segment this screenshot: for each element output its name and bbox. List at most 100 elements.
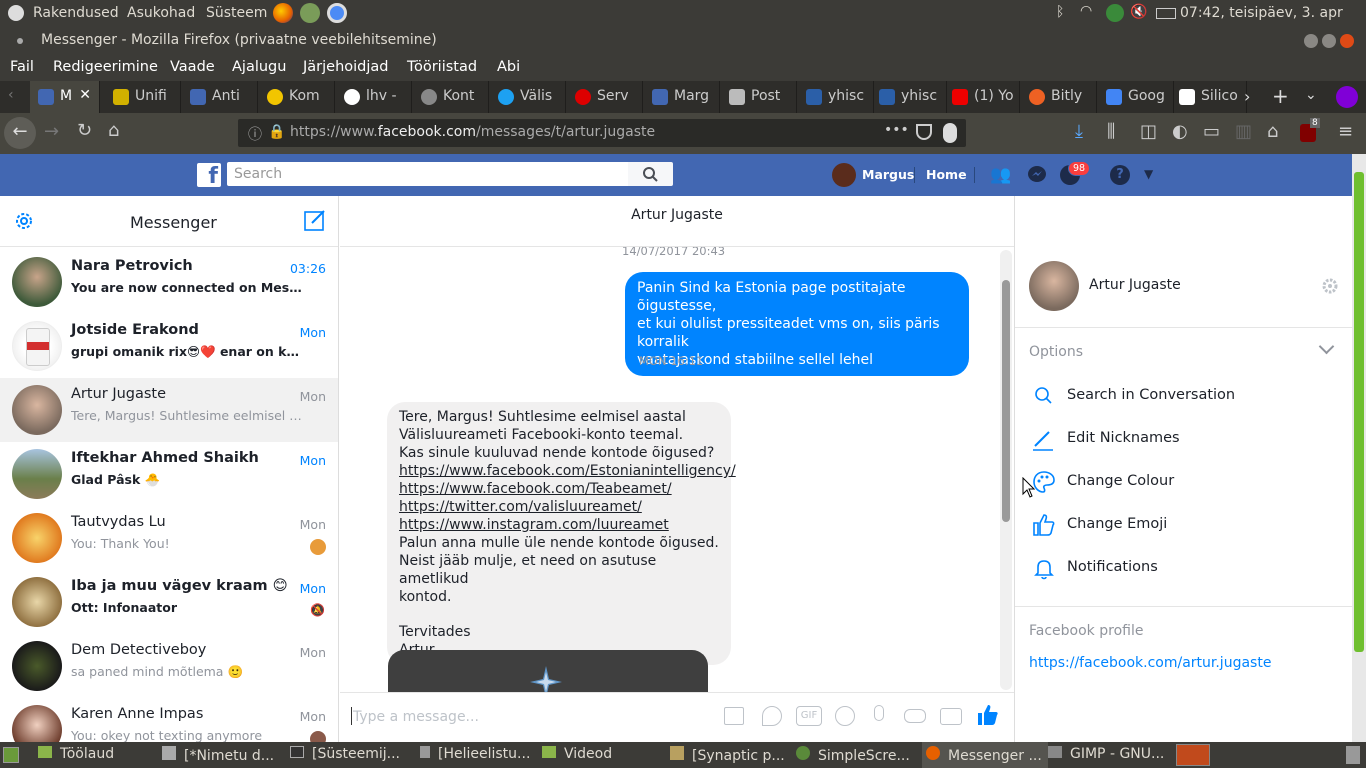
network-globe-icon[interactable]: [1106, 4, 1124, 22]
app-launcher-icon[interactable]: [300, 3, 320, 23]
taskbar-item-system-monitor[interactable]: [Süsteemij...: [290, 742, 400, 768]
message-scrollbar[interactable]: [1000, 250, 1012, 690]
tab-messenger[interactable]: M ✕: [30, 81, 100, 113]
settings-gear-icon[interactable]: [12, 209, 36, 233]
site-info-icon[interactable]: ⓘ: [248, 124, 262, 144]
conversation-item[interactable]: Dem Detectiveboy sa paned mind mõtlema 🙂…: [0, 634, 338, 698]
friend-requests-icon[interactable]: 👥: [990, 165, 1011, 185]
message-link[interactable]: https://www.instagram.com/luureamet: [399, 517, 669, 533]
reload-button[interactable]: ↻: [77, 120, 92, 141]
taskbar-item-simplescreenrecorder[interactable]: SimpleScre...: [796, 742, 910, 768]
chromium-launcher-icon[interactable]: [327, 3, 347, 23]
taskbar-item-text-editor[interactable]: [*Nimetu d...: [162, 742, 274, 768]
wifi-icon[interactable]: ◠: [1080, 3, 1092, 19]
tab-bitly[interactable]: Bitly: [1021, 81, 1097, 113]
extension-mouse-icon[interactable]: [943, 123, 957, 143]
ubuntu-logo-icon[interactable]: [8, 5, 24, 21]
emoji-icon[interactable]: [835, 706, 855, 726]
conversation-item[interactable]: Karen Anne Impas You: okey not texting a…: [0, 698, 338, 742]
menu-places[interactable]: Asukohad: [127, 5, 195, 21]
tab-kom[interactable]: Kom: [259, 81, 335, 113]
forward-button[interactable]: →: [44, 121, 59, 142]
maximize-button[interactable]: [1322, 34, 1336, 48]
tab-list-icon[interactable]: ⌄: [1305, 87, 1317, 103]
minimize-button[interactable]: [1304, 34, 1318, 48]
taskbar-item-firefox[interactable]: Messenger ...: [922, 742, 1048, 768]
menu-system[interactable]: Süsteem: [206, 5, 267, 21]
tab-marg[interactable]: Marg: [644, 81, 720, 113]
chat-contact-name[interactable]: Artur Jugaste: [340, 207, 1014, 223]
tab-yhisc-2[interactable]: yhisc: [871, 81, 947, 113]
image-icon[interactable]: [724, 707, 744, 725]
show-desktop-icon[interactable]: [3, 747, 19, 763]
taskbar-item-gimp[interactable]: GIMP - GNU...: [1048, 742, 1164, 768]
message-list[interactable]: 14/07/2017 20:43 Panin Sind ka Estonia p…: [340, 247, 1014, 692]
menu-view[interactable]: Vaade: [170, 59, 215, 75]
tab-valis[interactable]: Välis: [490, 81, 566, 113]
image-attachment[interactable]: [388, 650, 708, 692]
options-section-header[interactable]: Options: [1015, 336, 1353, 368]
camera-icon[interactable]: [940, 708, 962, 725]
tab-lhv[interactable]: lhv -: [336, 81, 412, 113]
message-link[interactable]: https://www.facebook.com/Estonianintelli…: [399, 463, 736, 479]
sidebar-icon[interactable]: ◫: [1140, 121, 1157, 142]
bluetooth-icon[interactable]: ᛒ: [1056, 4, 1064, 20]
message-scrollbar-thumb[interactable]: [1002, 280, 1010, 522]
volume-muted-icon[interactable]: 🔇: [1130, 4, 1147, 20]
home-link[interactable]: Home: [926, 167, 967, 182]
conversation-settings-gear-icon[interactable]: [1321, 277, 1339, 295]
conversation-item[interactable]: Iftekhar Ahmed Shaikh Glad Pâsk 🐣 Mon: [0, 442, 338, 506]
hamburger-menu-icon[interactable]: ≡: [1338, 121, 1353, 142]
tab-serv[interactable]: Serv: [567, 81, 643, 113]
message-link[interactable]: https://www.facebook.com/Teabeamet/: [399, 481, 672, 497]
microphone-icon[interactable]: [874, 705, 884, 721]
extension-icon-1[interactable]: ◐: [1172, 121, 1188, 142]
game-controller-icon[interactable]: [904, 709, 926, 723]
extension-icon-4[interactable]: ⌂: [1267, 121, 1278, 142]
conversation-item[interactable]: Jotside Erakond grupi omanik rix😎❤️ enar…: [0, 314, 338, 378]
page-scrollbar[interactable]: [1352, 154, 1366, 742]
account-dropdown-icon[interactable]: ▼: [1144, 167, 1153, 181]
back-button[interactable]: ←: [4, 117, 36, 149]
new-tab-icon[interactable]: +: [1272, 84, 1289, 108]
change-emoji-option[interactable]: Change Emoji: [1015, 504, 1353, 547]
menu-edit[interactable]: Redigeerimine: [53, 59, 158, 75]
menu-file[interactable]: Fail: [10, 59, 34, 75]
conversation-item[interactable]: Tautvydas Lu You: Thank You! Mon: [0, 506, 338, 570]
profile-name-link[interactable]: Margus: [862, 167, 914, 182]
tab-unifi[interactable]: Unifi: [105, 81, 181, 113]
tab-silico[interactable]: Silico: [1171, 81, 1247, 113]
trash-icon[interactable]: [1346, 746, 1360, 764]
conversation-item[interactable]: Nara Petrovich You are now connected on …: [0, 250, 338, 314]
extension-icon-3[interactable]: ▥: [1235, 121, 1252, 142]
page-actions-icon[interactable]: •••: [884, 122, 909, 138]
taskbar-item-desktop[interactable]: Töölaud: [38, 742, 114, 768]
facebook-profile-link[interactable]: https://facebook.com/artur.jugaste: [1029, 655, 1271, 671]
facebook-search-input[interactable]: Search: [227, 162, 628, 186]
message-input[interactable]: Type a message...: [350, 705, 710, 729]
scroll-tabs-left-icon[interactable]: ‹: [8, 87, 14, 103]
tab-youtube[interactable]: (1) Yo: [944, 81, 1020, 113]
notifications-option[interactable]: Notifications: [1015, 547, 1353, 590]
menu-tools[interactable]: Tööriistad: [407, 59, 477, 75]
scroll-tabs-right-icon[interactable]: ›: [1244, 87, 1250, 106]
menu-bookmarks[interactable]: Järjehoidjad: [303, 59, 389, 75]
messenger-icon[interactable]: [1027, 165, 1047, 185]
message-link[interactable]: https://twitter.com/valisluureamet/: [399, 499, 642, 515]
menu-help[interactable]: Abi: [497, 59, 520, 75]
menu-applications[interactable]: Rakendused: [33, 5, 119, 21]
downloads-icon[interactable]: ⤓: [1075, 121, 1083, 142]
conversation-item[interactable]: Iba ja muu vägev kraam 😊 Ott: Infonaator…: [0, 570, 338, 634]
url-bar[interactable]: ⓘ 🔒 https://www.facebook.com/messages/t/…: [238, 119, 966, 147]
sticker-icon[interactable]: [762, 706, 782, 726]
battery-icon[interactable]: [1156, 8, 1176, 19]
compose-new-message-icon[interactable]: [303, 208, 327, 232]
search-in-conversation-option[interactable]: Search in Conversation: [1015, 375, 1353, 418]
close-tab-icon[interactable]: ✕: [79, 87, 91, 103]
incoming-message[interactable]: Tere, Margus! Suhtlesime eelmisel aastal…: [387, 402, 736, 665]
facebook-logo-icon[interactable]: f: [197, 163, 221, 187]
library-icon[interactable]: ⫼: [1107, 121, 1115, 142]
home-button[interactable]: ⌂: [108, 120, 119, 141]
gif-icon[interactable]: GIF: [796, 706, 822, 726]
conversation-item-selected[interactable]: Artur Jugaste Tere, Margus! Suhtlesime e…: [0, 378, 338, 442]
